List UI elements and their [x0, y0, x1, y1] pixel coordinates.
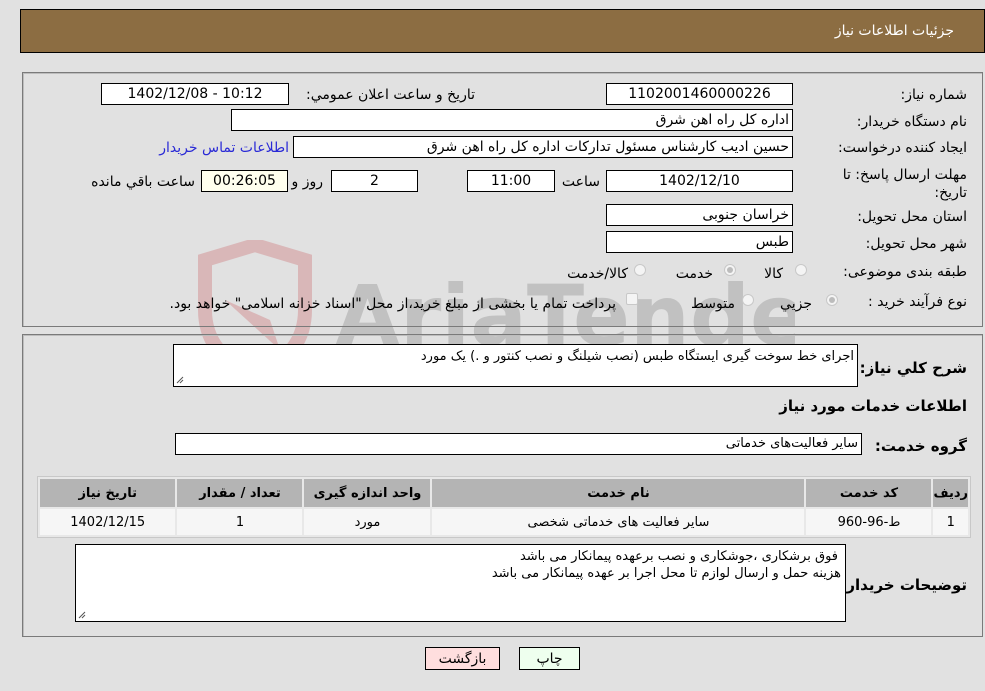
buyer-org-field[interactable]: اداره کل راه اهن شرق [231, 109, 793, 131]
deadline-label: مهلت ارسال پاسخ: تا تاریخ: [842, 167, 967, 201]
description-label: شرح کلي نياز: [859, 359, 967, 377]
table-row: 1 ط-96-960 سایر فعالیت های خدماتی شخصی م… [40, 509, 968, 535]
col-unit: واحد اندازه گيری [304, 479, 431, 507]
purchase-type-option-minor: جزيي [780, 296, 812, 312]
purchase-type-radio-minor[interactable] [826, 294, 838, 306]
print-button[interactable]: چاپ [519, 647, 580, 670]
remaining-time-label: ساعت باقي مانده [91, 174, 195, 190]
resize-handle-icon[interactable] [176, 376, 184, 384]
table-header-row: رديف کد خدمت نام خدمت واحد اندازه گيری ت… [40, 479, 968, 507]
city-field[interactable]: طبس [606, 231, 793, 253]
col-service-name: نام خدمت [432, 479, 805, 507]
page-title: جزئیات اطلاعات نیاز [834, 23, 954, 39]
category-radio-goods-service[interactable] [634, 264, 646, 276]
back-button[interactable]: بازگشت [425, 647, 500, 670]
page-header: جزئیات اطلاعات نیاز [20, 9, 985, 53]
treasury-note: پرداخت تمام یا بخشی از مبلغ خرید،از محل … [169, 296, 616, 312]
service-group-label: گروه خدمت: [874, 437, 967, 455]
cell-quantity: 1 [177, 509, 303, 535]
col-need-date: تاريخ نياز [40, 479, 176, 507]
buyer-notes-line: فوق برشکاری ،جوشکاری و نصب برعهده پیمانک… [519, 549, 838, 564]
category-radio-goods[interactable] [795, 264, 807, 276]
category-option-goods-service: کالا/خدمت [567, 266, 628, 282]
buyer-notes-line: هزینه حمل و ارسال لوازم تا محل اجرا بر ع… [491, 566, 841, 581]
requester-label: ایجاد کننده درخواست: [838, 140, 967, 156]
announce-datetime-label: تاریخ و ساعت اعلان عمومي: [306, 87, 475, 103]
remaining-time-field: 00:26:05 [201, 170, 288, 192]
deadline-date-field[interactable]: 1402/12/10 [606, 170, 793, 192]
province-field[interactable]: خراسان جنوبی [606, 204, 793, 226]
purchase-type-radio-medium[interactable] [742, 294, 754, 306]
col-row-number: رديف [933, 479, 968, 507]
deadline-time-label: ساعت [561, 174, 600, 190]
services-table-wrapper: رديف کد خدمت نام خدمت واحد اندازه گيری ت… [37, 476, 971, 538]
buyer-org-label: نام دستگاه خریدار: [856, 114, 967, 130]
buyer-notes-field[interactable]: فوق برشکاری ،جوشکاری و نصب برعهده پیمانک… [75, 544, 846, 622]
purchase-type-label: نوع فرآیند خرید : [868, 294, 967, 310]
cell-row-number: 1 [933, 509, 968, 535]
category-label: طبقه بندی موضوعی: [843, 264, 967, 280]
buyer-contact-link[interactable]: اطلاعات تماس خریدار [159, 140, 289, 156]
need-number-label: شماره نیاز: [900, 87, 968, 103]
city-label: شهر محل تحویل: [865, 236, 967, 252]
description-text: اجرای خط سوخت گیری ایستگاه طبس (نصب شیلن… [420, 349, 854, 364]
category-option-goods: کالا [764, 266, 783, 282]
resize-handle-icon[interactable] [78, 611, 86, 619]
remaining-days-field[interactable]: 2 [331, 170, 418, 192]
province-label: استان محل تحویل: [857, 209, 967, 225]
cell-need-date: 1402/12/15 [40, 509, 176, 535]
category-option-service: خدمت [675, 266, 713, 282]
need-number-field[interactable]: 1102001460000226 [606, 83, 793, 105]
days-label: روز و [291, 174, 324, 190]
col-service-code: کد خدمت [806, 479, 932, 507]
announce-datetime-field[interactable]: 1402/12/08 - 10:12 [101, 83, 289, 105]
col-quantity: تعداد / مقدار [177, 479, 303, 507]
requester-field[interactable]: حسین ادیب کارشناس مسئول تدارکات اداره کل… [293, 136, 793, 158]
services-table: رديف کد خدمت نام خدمت واحد اندازه گيری ت… [38, 477, 970, 537]
service-group-field[interactable]: سایر فعالیت‌های خدماتی [175, 433, 862, 455]
deadline-time-field[interactable]: 11:00 [467, 170, 555, 192]
cell-service-code: ط-96-960 [806, 509, 932, 535]
description-field[interactable]: اجرای خط سوخت گیری ایستگاه طبس (نصب شیلن… [173, 344, 858, 387]
cell-unit: مورد [304, 509, 431, 535]
cell-service-name: سایر فعالیت های خدماتی شخصی [432, 509, 805, 535]
treasury-checkbox[interactable] [626, 293, 638, 305]
category-radio-service[interactable] [724, 264, 736, 276]
buyer-notes-label: توضيحات خريدار: [840, 576, 967, 594]
services-section-title: اطلاعات خدمات مورد نياز [779, 397, 967, 415]
purchase-type-option-medium: متوسط [691, 296, 735, 312]
